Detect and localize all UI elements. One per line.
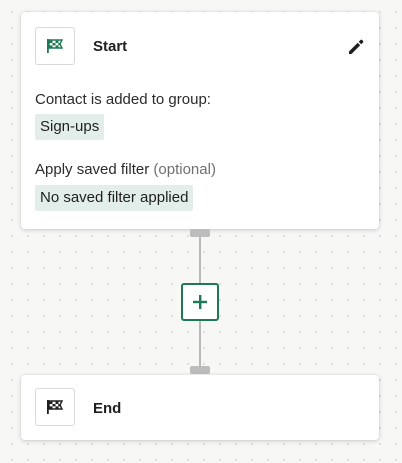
end-input-port[interactable] bbox=[190, 366, 210, 374]
trigger-label: Contact is added to group: bbox=[35, 91, 211, 108]
start-node-card[interactable]: Start Contact is added to group: Sign-up… bbox=[21, 12, 379, 229]
checkered-flag-icon bbox=[47, 400, 64, 414]
filter-label-text: Apply saved filter bbox=[35, 161, 150, 178]
plus-icon bbox=[193, 295, 207, 309]
edit-start-button[interactable] bbox=[345, 36, 367, 58]
start-node-title: Start bbox=[93, 38, 128, 55]
checkered-flag-icon bbox=[47, 39, 64, 53]
end-node-card[interactable]: End bbox=[21, 375, 379, 440]
end-icon-box bbox=[35, 388, 75, 426]
start-node-header: Start bbox=[21, 12, 379, 72]
group-chip: Sign-ups bbox=[35, 114, 105, 140]
add-step-button[interactable] bbox=[181, 283, 219, 321]
connector-line-bottom bbox=[199, 321, 201, 366]
filter-optional-text: (optional) bbox=[153, 161, 216, 178]
end-node-title: End bbox=[93, 400, 122, 417]
start-icon-box bbox=[35, 27, 75, 65]
filter-chip: No saved filter applied bbox=[35, 185, 194, 211]
pencil-icon bbox=[349, 39, 364, 54]
connector-line-top bbox=[199, 237, 201, 283]
filter-label: Apply saved filter (optional) bbox=[35, 161, 216, 178]
start-output-port[interactable] bbox=[190, 229, 210, 237]
